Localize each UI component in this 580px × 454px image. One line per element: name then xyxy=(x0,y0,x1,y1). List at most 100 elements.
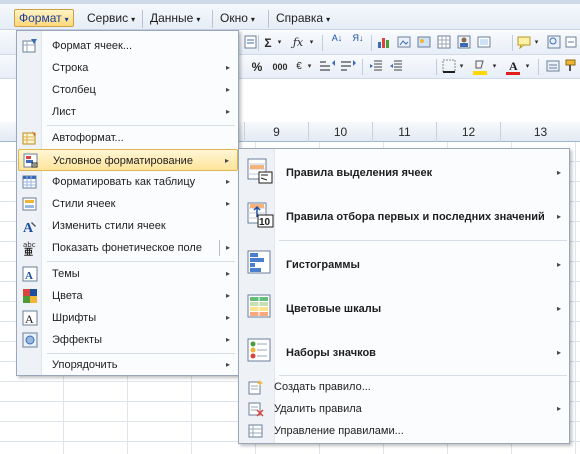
menu-bar: Формат ▾ Сервис ▾ Данные ▾ Окно ▾ Справка ▾ xyxy=(0,4,580,30)
drawing-icon[interactable] xyxy=(396,34,412,52)
menu-item-highlight-cells-rules[interactable]: Правила выделения ячеек ▸ xyxy=(240,151,569,195)
percent-style-button[interactable]: % xyxy=(250,58,264,76)
menu-service[interactable]: Сервис ▾ xyxy=(83,9,139,27)
menu-item-autoformat[interactable]: Автоформат... xyxy=(18,127,238,149)
borders-icon[interactable] xyxy=(441,58,457,76)
format-as-table-icon xyxy=(22,174,38,190)
chevron-right-icon[interactable]: ▸ xyxy=(226,237,230,259)
menu-item-format-cells[interactable]: Формат ячеек... xyxy=(18,35,238,57)
menu-item-label: Формат ячеек... xyxy=(52,40,133,52)
column-header[interactable]: 9 xyxy=(244,122,308,142)
menu-item-manage-rules[interactable]: Управление правилами... xyxy=(240,420,569,442)
sort-ascending-icon[interactable]: А↓ xyxy=(328,34,346,52)
format-cells-icon xyxy=(22,38,38,54)
menu-item-label: Строка xyxy=(52,62,89,74)
increase-decimal-icon[interactable] xyxy=(318,58,336,76)
menu-service-label: Сервис xyxy=(87,11,129,25)
chevron-right-icon: ▸ xyxy=(556,404,561,413)
chevron-down-icon[interactable]: ▾ xyxy=(523,58,532,76)
increase-indent-icon[interactable] xyxy=(388,58,404,76)
toolbar-separator xyxy=(322,35,323,51)
menu-separator xyxy=(279,240,567,241)
chevron-down-icon[interactable]: ▾ xyxy=(490,58,499,76)
chevron-right-icon: ▸ xyxy=(225,107,230,116)
menu-separator xyxy=(142,10,143,28)
column-header[interactable]: 13 xyxy=(500,122,580,142)
menu-separator xyxy=(212,10,213,28)
menu-item-data-bars[interactable]: Гистограммы ▸ xyxy=(240,243,569,287)
picture-icon[interactable] xyxy=(416,34,432,52)
menu-item-icon-sets[interactable]: Наборы значков ▸ xyxy=(240,331,569,375)
chevron-right-icon: ▸ xyxy=(225,199,230,208)
toolbar-separator xyxy=(436,59,437,75)
font-color-icon[interactable]: A xyxy=(505,58,521,76)
chart-icon[interactable] xyxy=(376,34,392,52)
options-icon[interactable] xyxy=(564,34,578,52)
currency-button[interactable]: € xyxy=(293,58,305,76)
chevron-right-icon: ▸ xyxy=(556,212,561,221)
menu-item-change-cell-styles[interactable]: A Изменить стили ячеек xyxy=(18,215,238,237)
menu-item-fonts[interactable]: A Шрифты ▸ xyxy=(18,307,238,329)
menu-item-new-rule[interactable]: Создать правило... xyxy=(240,376,569,398)
menu-item-conditional-formatting[interactable]: Условное форматирование ▸ xyxy=(18,149,238,171)
menu-item-themes[interactable]: A Темы ▸ xyxy=(18,263,238,285)
decrease-decimal-icon[interactable] xyxy=(339,58,357,76)
menu-item-color-scales[interactable]: Цветовые шкалы ▸ xyxy=(240,287,569,331)
screenshot-icon[interactable] xyxy=(476,34,492,52)
column-header[interactable]: 10 xyxy=(308,122,372,142)
menu-item-cell-styles[interactable]: Стили ячеек ▸ xyxy=(18,193,238,215)
thousands-separator-button[interactable]: 000 xyxy=(270,58,290,76)
menu-item-colors[interactable]: Цвета ▸ xyxy=(18,285,238,307)
menu-help[interactable]: Справка ▾ xyxy=(272,9,334,27)
insert-function-icon[interactable]: ƒx xyxy=(290,34,306,52)
spell-check-icon[interactable] xyxy=(244,34,258,52)
decrease-indent-icon[interactable] xyxy=(368,58,384,76)
menu-item-label: Форматировать как таблицу xyxy=(52,176,196,188)
chevron-down-icon: ▾ xyxy=(131,15,136,24)
autosum-icon[interactable]: Σ xyxy=(261,34,275,52)
menu-item-sheet[interactable]: Лист ▸ xyxy=(18,101,238,123)
toolbar-options-icon[interactable] xyxy=(545,58,561,76)
color-scales-icon xyxy=(246,293,274,321)
zoom-icon[interactable] xyxy=(546,34,562,52)
menu-window[interactable]: Окно ▾ xyxy=(216,9,259,27)
chevron-down-icon[interactable]: ▾ xyxy=(305,58,314,76)
menu-item-column[interactable]: Столбец ▸ xyxy=(18,79,238,101)
menu-item-format-as-table[interactable]: Форматировать как таблицу ▸ xyxy=(18,171,238,193)
column-header[interactable]: 11 xyxy=(372,122,436,142)
menu-item-row[interactable]: Строка ▸ xyxy=(18,57,238,79)
menu-item-clear-rules[interactable]: Удалить правила ▸ xyxy=(240,398,569,420)
effects-icon xyxy=(22,332,38,348)
chevron-down-icon[interactable]: ▾ xyxy=(307,34,316,52)
menu-item-top-bottom-rules[interactable]: 10 Правила отбора первых и последних зна… xyxy=(240,195,569,239)
chevron-down-icon: ▾ xyxy=(250,15,255,24)
chevron-down-icon[interactable]: ▾ xyxy=(275,34,284,52)
chevron-right-icon: ▸ xyxy=(225,360,230,369)
table-icon[interactable] xyxy=(436,34,452,52)
autoformat-icon xyxy=(22,130,38,146)
menu-item-effects[interactable]: Эффекты ▸ xyxy=(18,329,238,351)
menu-item-label: Изменить стили ячеек xyxy=(52,220,166,232)
split-button-separator xyxy=(219,240,220,256)
menu-item-label: Темы xyxy=(52,268,80,280)
chevron-right-icon: ▸ xyxy=(225,85,230,94)
fonts-icon: A xyxy=(22,310,38,326)
comment-icon[interactable] xyxy=(516,34,532,52)
menu-item-label: Лист xyxy=(52,106,76,118)
chevron-down-icon[interactable]: ▾ xyxy=(457,58,466,76)
cell-styles-icon xyxy=(22,196,38,212)
menu-item-arrange[interactable]: Упорядочить ▸ xyxy=(18,354,238,376)
menu-item-label: Удалить правила xyxy=(274,403,362,415)
menu-data[interactable]: Данные ▾ xyxy=(146,9,204,27)
format-painter-icon[interactable] xyxy=(564,58,578,76)
column-header[interactable]: 12 xyxy=(436,122,500,142)
top-bottom-rules-icon: 10 xyxy=(246,201,274,229)
menu-data-label: Данные xyxy=(150,11,194,25)
chevron-down-icon[interactable]: ▾ xyxy=(532,34,541,52)
fill-color-icon[interactable] xyxy=(472,58,488,76)
sort-descending-icon[interactable]: Я↓ xyxy=(349,34,367,52)
menu-format[interactable]: Формат ▾ xyxy=(14,9,74,27)
menu-item-label: Правила отбора первых и последних значен… xyxy=(286,211,545,223)
contact-icon[interactable] xyxy=(456,34,472,52)
menu-item-phonetic-field[interactable]: abc 亜 Показать фонетическое поле ▸ xyxy=(18,237,238,259)
